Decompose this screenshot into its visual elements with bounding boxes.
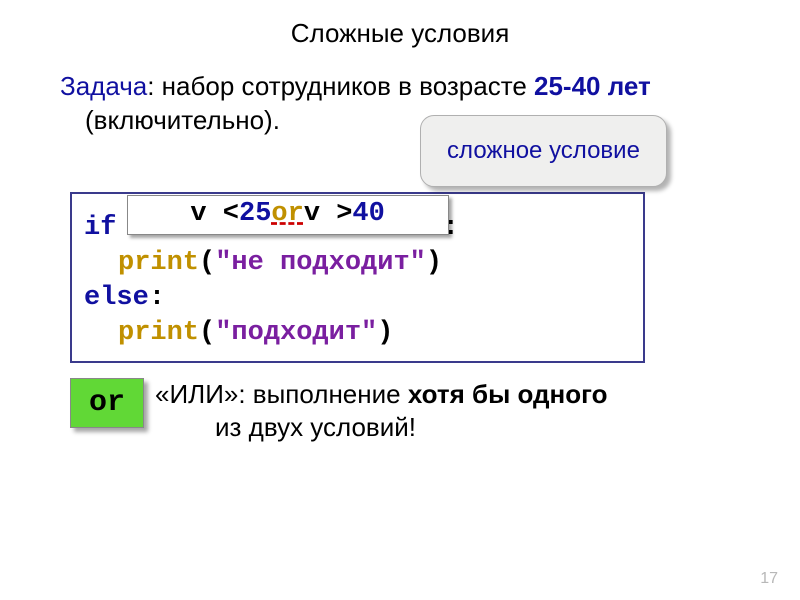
or-text-2: из двух условий! — [155, 411, 730, 444]
paren-close-1: ) — [426, 248, 442, 278]
code-block: if v < 25 or v > 40 : print("не подходит… — [70, 192, 645, 363]
code-line-3: else: — [84, 281, 631, 316]
fn-print-1: print — [118, 248, 199, 278]
code-line-2: print("не подходит") — [84, 246, 631, 281]
or-badge-text: or — [89, 386, 125, 420]
or-text-1: «ИЛИ»: выполнение — [155, 379, 408, 409]
callout-complex-condition: сложное условие — [420, 115, 667, 187]
paren-open-2: ( — [199, 318, 215, 348]
paren-open-1: ( — [199, 248, 215, 278]
code-line-1: if v < 25 or v > 40 : — [84, 200, 631, 246]
str-ne: "не подходит" — [215, 248, 426, 278]
colon-2: : — [149, 283, 165, 313]
slide: Сложные условия Задача: набор сотруднико… — [0, 0, 800, 600]
cond-num1: 25 — [239, 197, 271, 232]
cond-part2: v > — [304, 197, 353, 232]
kw-if: if — [84, 213, 116, 243]
str-ok: "подходит" — [215, 318, 377, 348]
callout-text: сложное условие — [447, 138, 640, 164]
condition-slot: v < 25 or v > 40 — [133, 200, 443, 234]
task-text-after: (включительно). — [85, 105, 280, 135]
task-text-before: : набор сотрудников в возрасте — [147, 71, 534, 101]
task-age: 25-40 лет — [534, 71, 651, 101]
page-number: 17 — [760, 570, 778, 588]
cond-num2: 40 — [352, 197, 384, 232]
or-badge: or — [70, 378, 144, 428]
paren-close-2: ) — [377, 318, 393, 348]
condition-box: v < 25 or v > 40 — [127, 195, 449, 235]
or-text-bold: хотя бы одного — [408, 379, 608, 409]
code-line-4: print("подходит") — [84, 316, 631, 351]
or-explanation: «ИЛИ»: выполнение хотя бы одного из двух… — [155, 378, 730, 443]
cond-part1: v < — [190, 197, 239, 232]
cond-op-or: or — [271, 197, 303, 232]
slide-title: Сложные условия — [0, 18, 800, 49]
kw-else: else — [84, 283, 149, 313]
fn-print-2: print — [118, 318, 199, 348]
task-label: Задача — [60, 71, 147, 101]
